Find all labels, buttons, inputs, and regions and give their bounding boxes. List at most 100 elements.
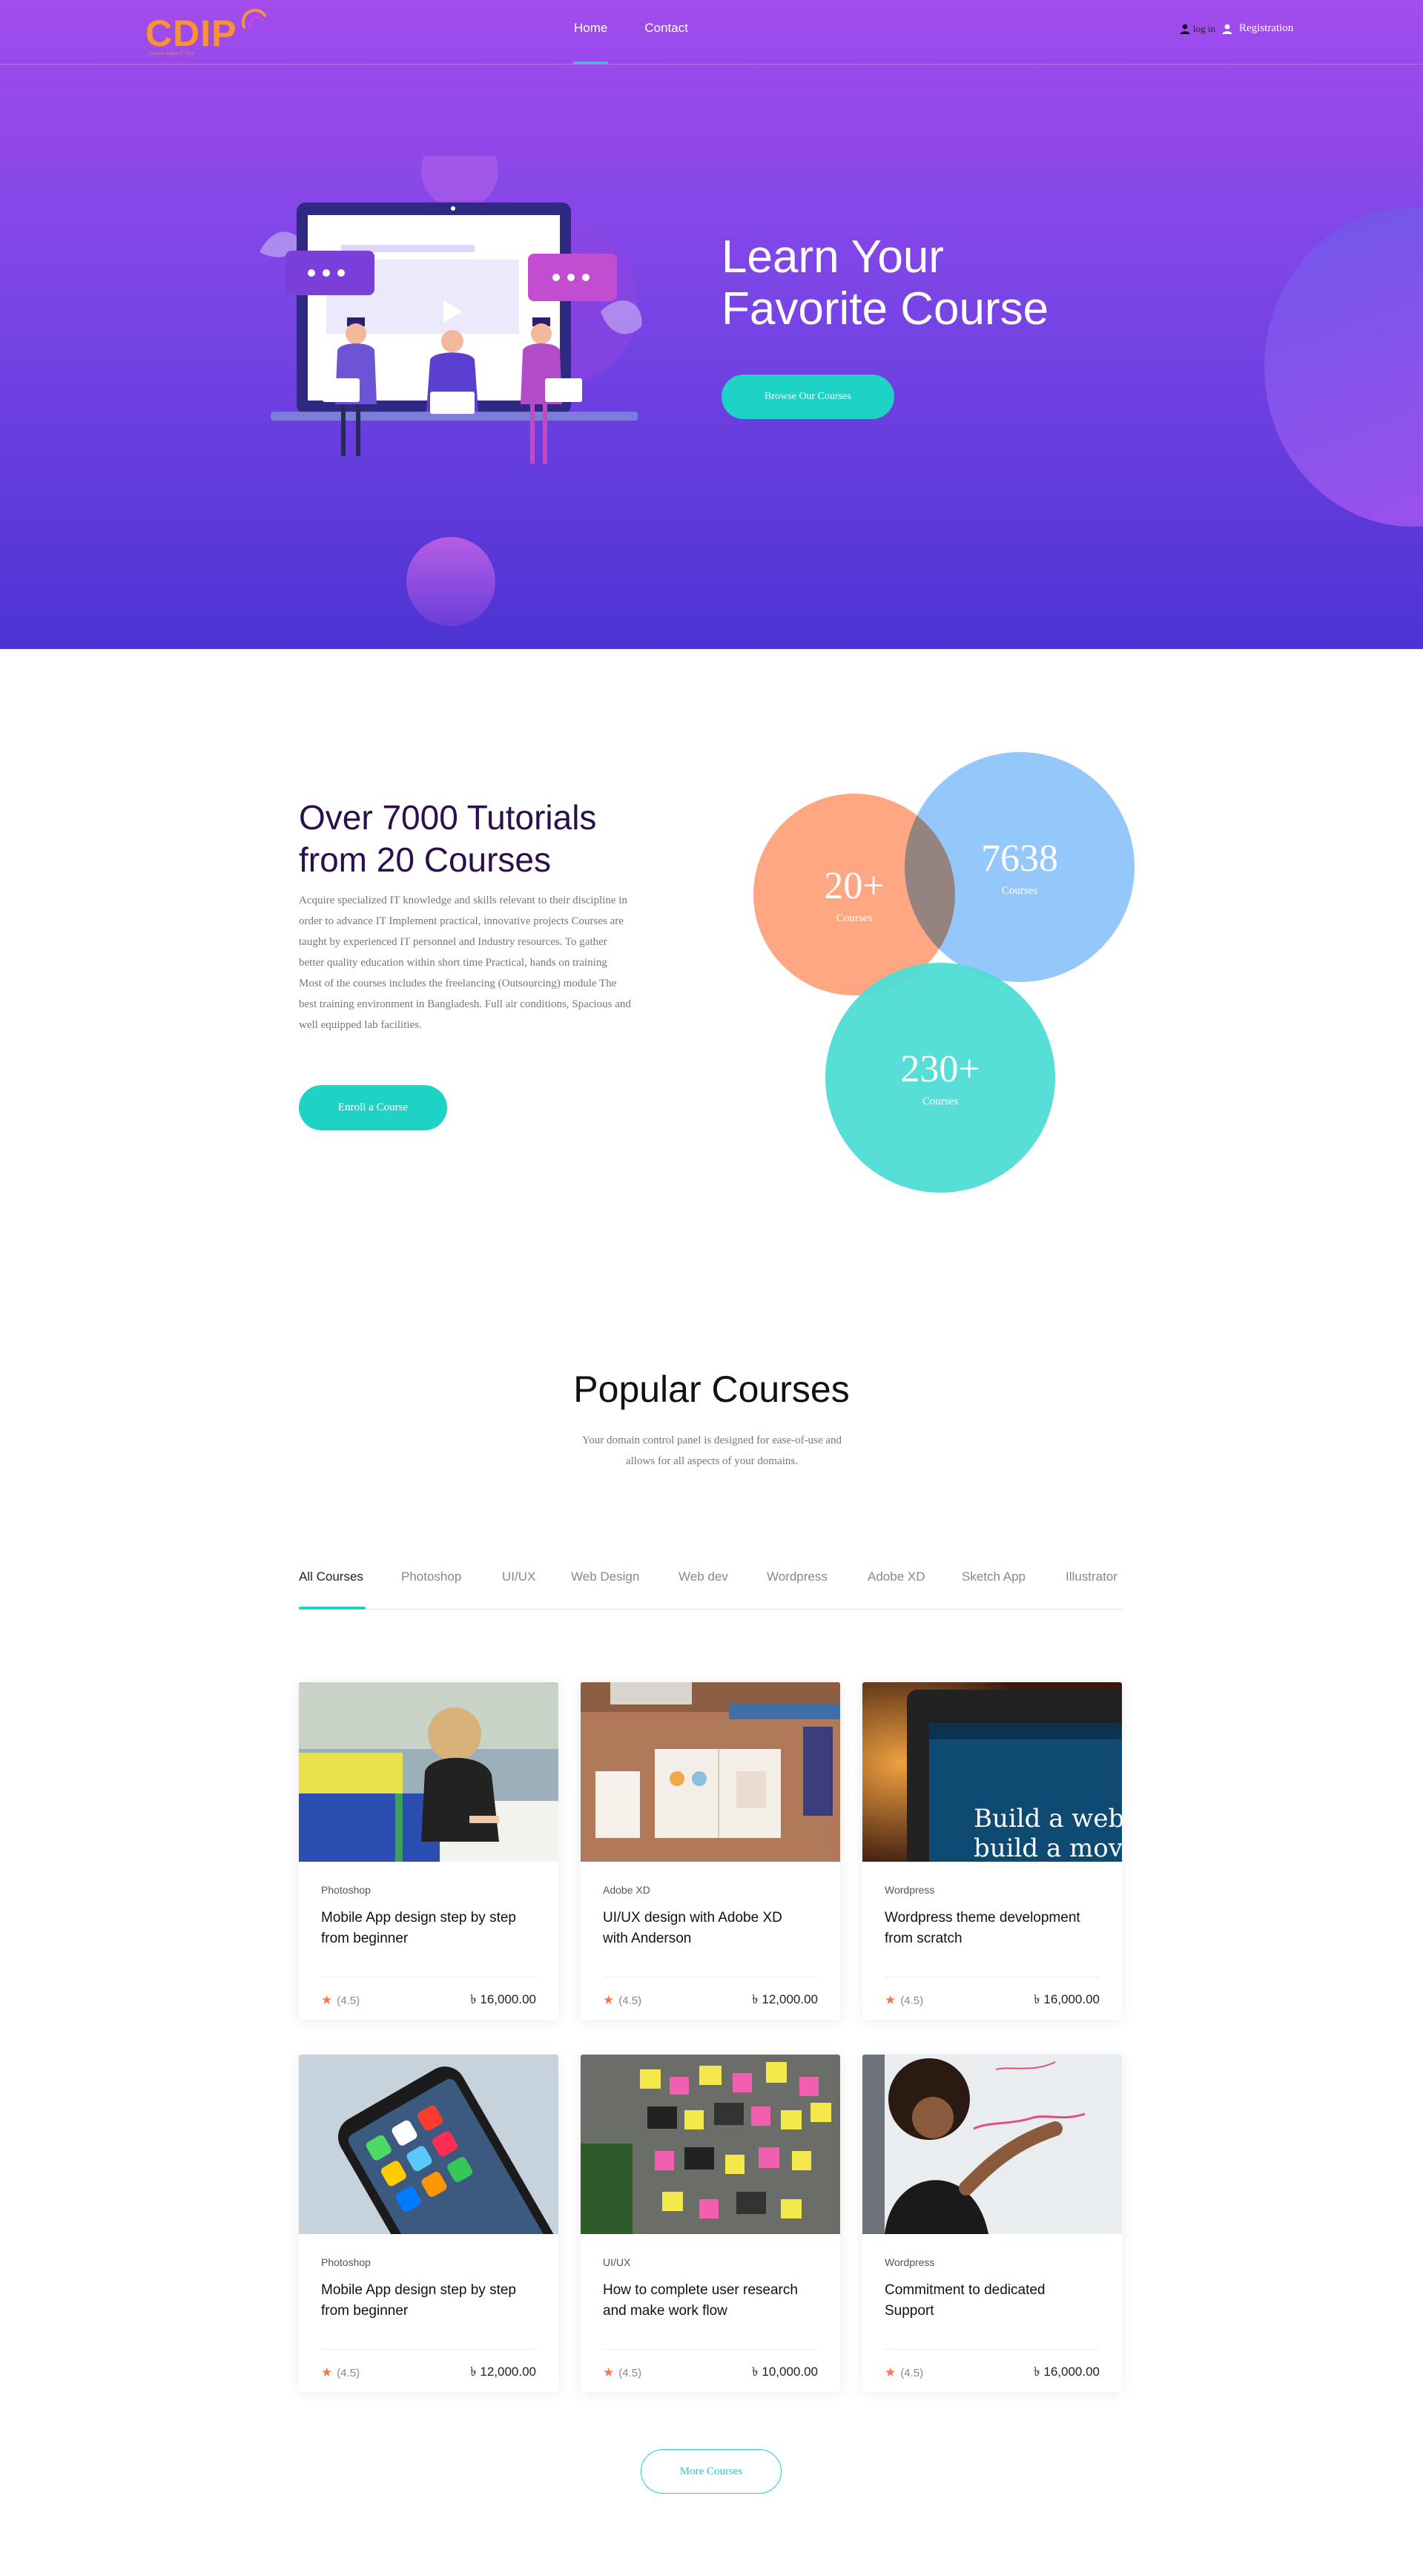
star-icon: ★ — [321, 2365, 333, 2379]
course-image — [581, 1682, 840, 1862]
course-card[interactable]: Adobe XD UI/UX design with Adobe XD with… — [581, 1682, 840, 2020]
card-body: Photoshop Mobile App design step by step… — [321, 1884, 536, 1949]
stat-circle-courses: 230+ Courses — [825, 963, 1055, 1193]
course-category: Wordpress — [885, 1884, 935, 1896]
tab-web-design[interactable]: Web Design — [571, 1569, 639, 1584]
course-price: ৳ 16,000.00 — [1034, 2365, 1100, 2379]
tab-sketch-app[interactable]: Sketch App — [962, 1569, 1026, 1584]
stat-circle-courses: 7638 Courses — [905, 752, 1135, 982]
tab-ui-ux[interactable]: UI/UX — [502, 1569, 535, 1584]
course-title-line1: Mobile App design step by step — [321, 1910, 517, 1926]
site-logo[interactable]: CDIP Creative Digital IT Park — [145, 6, 279, 58]
card-footer: ★ (4.5) ৳ 12,000.00 — [603, 1977, 818, 2011]
card-body: Wordpress Wordpress theme development fr… — [885, 1884, 1100, 1949]
course-rating: ★ (4.5) — [321, 1993, 360, 2008]
course-image — [299, 2055, 558, 2234]
hero-heading-line2: Favorite Course — [722, 283, 1049, 335]
course-price: ৳ 16,000.00 — [1034, 1992, 1100, 2006]
child-drawing-photo — [299, 1682, 558, 1862]
login-label: log in — [1193, 22, 1215, 34]
course-card[interactable]: Photoshop Mobile App design step by step… — [299, 1682, 558, 2020]
card-body: UI/UX How to complete user research and … — [603, 2256, 818, 2322]
course-title: UI/UX design with Adobe XD with Anderson — [603, 1908, 818, 1949]
course-card[interactable]: UI/UX How to complete user research and … — [581, 2055, 840, 2392]
tab-photoshop[interactable]: Photoshop — [401, 1569, 461, 1584]
browse-courses-button[interactable]: Browse Our Courses — [722, 375, 894, 419]
hero-illustration — [260, 156, 642, 464]
nav-home-link[interactable]: Home — [572, 21, 609, 64]
stat-value: 7638 — [981, 837, 1058, 880]
course-card[interactable]: Wordpress Commitment to dedicated Suppor… — [862, 2055, 1122, 2392]
register-link[interactable]: Registration — [1221, 22, 1293, 35]
course-category: Photoshop — [321, 1884, 371, 1896]
stat-value: 20+ — [824, 864, 885, 907]
star-icon: ★ — [885, 1993, 897, 2007]
tab-all-courses[interactable]: All Courses — [299, 1569, 363, 1584]
rating-value: (4.5) — [337, 2366, 360, 2379]
course-title-line1: Mobile App design step by step — [321, 2282, 517, 2298]
stat-label: Courses — [836, 912, 873, 924]
course-price: ৳ 16,000.00 — [470, 1992, 536, 2006]
svg-text:Build a webs: Build a webs — [974, 1804, 1122, 1834]
stats-heading-line2: from 20 Courses — [299, 840, 552, 879]
course-category: UI/UX — [603, 2256, 631, 2268]
course-title-line2: from scratch — [885, 1931, 963, 1946]
hero-section: CDIP Creative Digital IT Park Home Conta… — [0, 0, 1423, 649]
course-image — [862, 2055, 1122, 2234]
card-footer: ★ (4.5) ৳ 16,000.00 — [885, 1977, 1100, 2011]
course-card[interactable]: Photoshop Mobile App design step by step… — [299, 2055, 558, 2392]
enroll-course-button[interactable]: Enroll a Course — [299, 1085, 447, 1130]
course-price: ৳ 12,000.00 — [752, 1992, 818, 2006]
card-body: Adobe XD UI/UX design with Adobe XD with… — [603, 1884, 818, 1949]
course-title: Wordpress theme development from scratch — [885, 1908, 1100, 1949]
stats-description: Acquire specialized IT knowledge and ski… — [299, 895, 631, 1031]
wordpress-laptop-photo: Build a webs build a mov — [862, 1682, 1122, 1862]
card-footer: ★ (4.5) ৳ 12,000.00 — [321, 2349, 536, 2383]
hero-heading-line1: Learn Your — [722, 231, 944, 283]
sticky-notes-wall-photo — [581, 2055, 840, 2234]
course-rating: ★ (4.5) — [885, 2365, 923, 2380]
hero-heading: Learn Your Favorite Course — [722, 231, 1166, 335]
rating-value: (4.5) — [618, 2366, 642, 2379]
logo-arc-icon — [241, 8, 267, 29]
tab-wordpress[interactable]: Wordpress — [767, 1569, 828, 1584]
decorative-blob — [1264, 208, 1423, 527]
course-rating: ★ (4.5) — [321, 2365, 360, 2380]
card-footer: ★ (4.5) ৳ 10,000.00 — [603, 2349, 818, 2383]
desk-design-book-photo — [581, 1682, 840, 1862]
stat-value: 230+ — [900, 1047, 980, 1090]
login-link[interactable]: log in — [1179, 23, 1215, 35]
course-title-line1: How to complete user research — [603, 2282, 798, 2298]
main-nav: Home Contact — [572, 21, 688, 64]
tab-illustrator[interactable]: Illustrator — [1066, 1569, 1117, 1584]
course-title: Commitment to dedicated Support — [885, 2280, 1100, 2322]
course-filter-tabs: All Courses Photoshop UI/UX Web Design W… — [299, 1565, 1123, 1610]
course-title: How to complete user research and make w… — [603, 2280, 818, 2322]
course-title: Mobile App design step by step from begi… — [321, 1908, 536, 1949]
course-title-line1: Wordpress theme development — [885, 1910, 1080, 1926]
tab-adobe-xd[interactable]: Adobe XD — [868, 1569, 925, 1584]
user-icon — [1180, 24, 1190, 34]
active-tab-indicator — [299, 1607, 366, 1610]
rating-value: (4.5) — [900, 1994, 924, 2007]
course-card[interactable]: Build a webs build a mov Wordpress Wordp… — [862, 1682, 1122, 2020]
smartphone-apps-photo — [299, 2055, 558, 2234]
course-title-line2: and make work flow — [603, 2303, 727, 2319]
course-title-line2: from beginner — [321, 1931, 409, 1946]
popular-courses-heading: Popular Courses — [573, 1368, 850, 1410]
course-title-line2: with Anderson — [603, 1931, 692, 1946]
course-title-line1: Commitment to dedicated — [885, 2282, 1046, 2298]
subtitle-line2: allows for all aspects of your domains. — [625, 1455, 799, 1467]
tab-web-dev[interactable]: Web dev — [679, 1569, 728, 1584]
course-rating: ★ (4.5) — [603, 1993, 641, 2008]
rating-value: (4.5) — [900, 2366, 924, 2379]
stats-heading-line1: Over 7000 Tutorials — [299, 798, 597, 837]
nav-contact-link[interactable]: Contact — [644, 21, 688, 36]
more-courses-button[interactable]: More Courses — [641, 2449, 782, 2494]
user-icon — [1222, 24, 1232, 34]
star-icon: ★ — [603, 2365, 615, 2379]
star-icon: ★ — [321, 1993, 333, 2007]
course-image — [581, 2055, 840, 2234]
nav-divider — [0, 64, 1423, 65]
stat-label: Courses — [1001, 884, 1038, 897]
